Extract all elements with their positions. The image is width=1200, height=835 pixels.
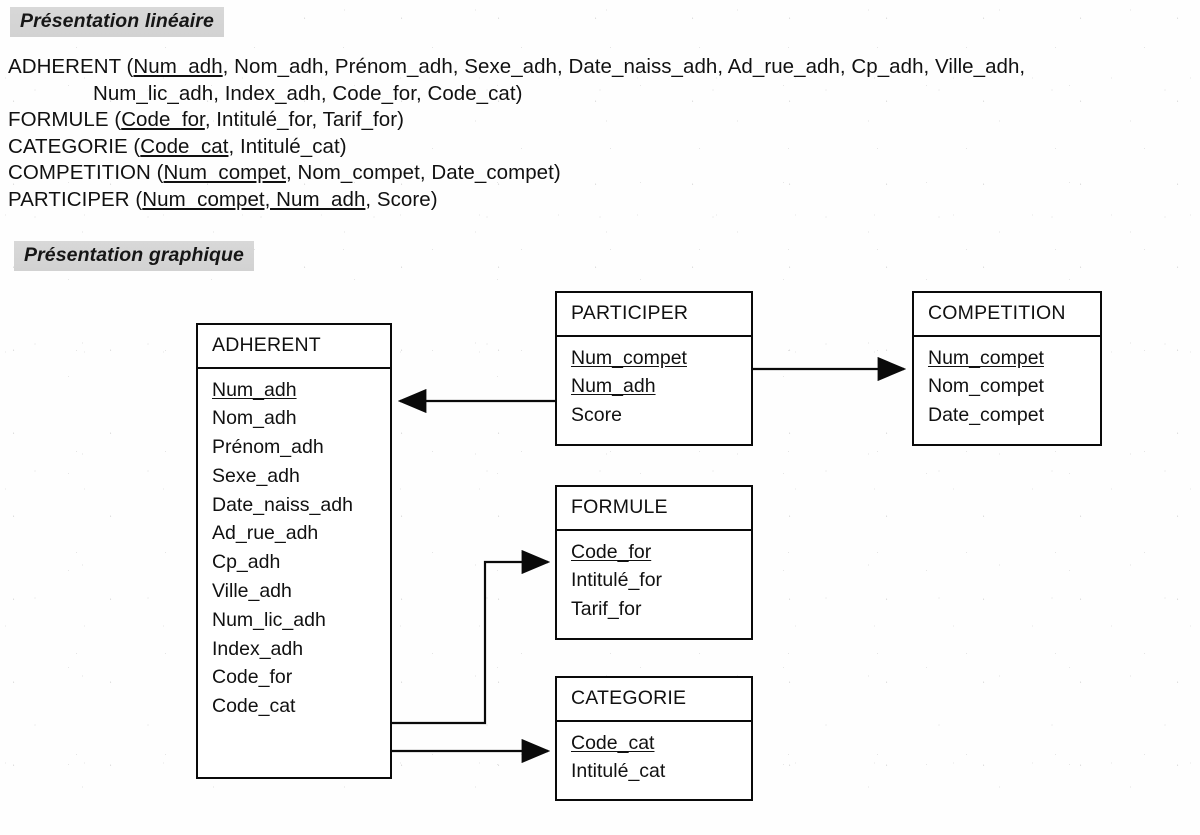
relation-name-adherent: ADHERENT xyxy=(8,55,121,78)
attribute-score: Score xyxy=(571,404,622,427)
entity-title-participer: PARTICIPER xyxy=(557,293,751,337)
attribute-code-cat: Code_cat xyxy=(212,695,296,718)
relation-line-adherent-continued: Num_lic_adh, Index_adh, Code_for, Code_c… xyxy=(8,81,1025,108)
relation-attrs-participer: , Score) xyxy=(365,187,438,211)
entity-attribute-list-participer: Num_compet Num_adh Score xyxy=(557,337,751,439)
entity-attribute-list-competition: Num_compet Nom_compet Date_compet xyxy=(914,337,1100,439)
attribute-num-adh: Num_adh xyxy=(212,378,297,401)
attribute-nom-compet: Nom_compet xyxy=(928,375,1044,398)
relation-line-categorie: CATEGORIE (Code_cat, Intitulé_cat) xyxy=(8,134,1025,161)
linear-presentation-block: ADHERENT (Num_adh, Nom_adh, Prénom_adh, … xyxy=(8,54,1025,213)
primary-key-adherent: Num_adh xyxy=(133,55,223,78)
relation-name-competition: COMPETITION xyxy=(8,161,151,184)
attribute-num-adh: Num_adh xyxy=(571,375,656,398)
attribute-tarif-for: Tarif_for xyxy=(571,598,642,621)
relation-attrs-adherent-line1: , Nom_adh, Prénom_adh, Sexe_adh, Date_na… xyxy=(222,55,1026,78)
attribute-code-for: Code_for xyxy=(212,666,293,689)
relation-line-participer: PARTICIPER (Num_compet, Num_adh, Score) xyxy=(8,187,1025,214)
primary-key-formule: Code_for xyxy=(121,108,205,131)
link-adherent-to-formule xyxy=(392,549,551,725)
relation-name-formule: FORMULE xyxy=(8,108,109,131)
primary-key-competition: Num_compet xyxy=(163,161,286,184)
entity-box-adherent: ADHERENT Num_adh Nom_adh Prénom_adh Sexe… xyxy=(196,323,392,779)
attribute-ad-rue-adh: Ad_rue_adh xyxy=(212,522,319,545)
section-heading-presentation-graphique: Présentation graphique xyxy=(14,241,254,271)
relation-name-participer: PARTICIPER xyxy=(8,187,130,211)
attribute-sexe-adh: Sexe_adh xyxy=(212,464,300,487)
relation-attrs-adherent-line2: Num_lic_adh, Index_adh, Code_for, Code_c… xyxy=(93,81,523,105)
attribute-intitule-for: Intitulé_for xyxy=(571,569,663,592)
entity-title-formule: FORMULE xyxy=(557,487,751,531)
relation-attrs-competition: , Nom_compet, Date_compet) xyxy=(285,161,561,184)
attribute-num-compet: Num_compet xyxy=(928,346,1044,369)
relation-attrs-formule: , Intitulé_for, Tarif_for) xyxy=(204,108,404,131)
open-paren: ( xyxy=(120,55,134,78)
entity-box-participer: PARTICIPER Num_compet Num_adh Score xyxy=(555,291,753,446)
attribute-ville-adh: Ville_adh xyxy=(212,580,292,603)
primary-key-categorie: Code_cat xyxy=(140,134,229,158)
attribute-date-naiss-adh: Date_naiss_adh xyxy=(212,493,353,516)
attribute-date-compet: Date_compet xyxy=(928,404,1044,427)
attribute-prenom-adh: Prénom_adh xyxy=(212,436,324,459)
open-paren: ( xyxy=(127,134,141,158)
entity-box-categorie: CATEGORIE Code_cat Intitulé_cat xyxy=(555,676,753,801)
attribute-intitule-cat: Intitulé_cat xyxy=(571,760,666,783)
section-heading-presentation-lineaire: Présentation linéaire xyxy=(10,7,224,37)
attribute-code-cat: Code_cat xyxy=(571,731,655,754)
relation-line-formule: FORMULE (Code_for, Intitulé_for, Tarif_f… xyxy=(8,107,1025,134)
entity-box-competition: COMPETITION Num_compet Nom_compet Date_c… xyxy=(912,291,1102,446)
open-paren: ( xyxy=(108,108,122,131)
document-page: Présentation linéaire ADHERENT (Num_adh,… xyxy=(0,0,1200,835)
primary-key-participer: Num_compet, Num_adh xyxy=(142,187,366,211)
entity-title-categorie: CATEGORIE xyxy=(557,678,751,722)
open-paren: ( xyxy=(150,161,164,184)
entity-attribute-list-formule: Code_for Intitulé_for Tarif_for xyxy=(557,531,751,633)
entity-box-formule: FORMULE Code_for Intitulé_for Tarif_for xyxy=(555,485,753,640)
attribute-nom-adh: Nom_adh xyxy=(212,407,297,430)
attribute-index-adh: Index_adh xyxy=(212,637,304,660)
entity-title-adherent: ADHERENT xyxy=(198,325,390,369)
open-paren: ( xyxy=(129,187,143,211)
entity-title-competition: COMPETITION xyxy=(914,293,1100,337)
attribute-num-compet: Num_compet xyxy=(571,346,687,369)
attribute-code-for: Code_for xyxy=(571,540,652,563)
entity-attribute-list-adherent: Num_adh Nom_adh Prénom_adh Sexe_adh Date… xyxy=(198,369,390,731)
relation-name-categorie: CATEGORIE xyxy=(8,134,128,158)
relation-attrs-categorie: , Intitulé_cat) xyxy=(228,134,347,158)
attribute-cp-adh: Cp_adh xyxy=(212,551,281,574)
relation-line-competition: COMPETITION (Num_compet, Nom_compet, Dat… xyxy=(8,160,1025,187)
entity-attribute-list-categorie: Code_cat Intitulé_cat xyxy=(557,722,751,796)
attribute-num-lic-adh: Num_lic_adh xyxy=(212,608,326,631)
relation-line-adherent: ADHERENT (Num_adh, Nom_adh, Prénom_adh, … xyxy=(8,54,1025,81)
